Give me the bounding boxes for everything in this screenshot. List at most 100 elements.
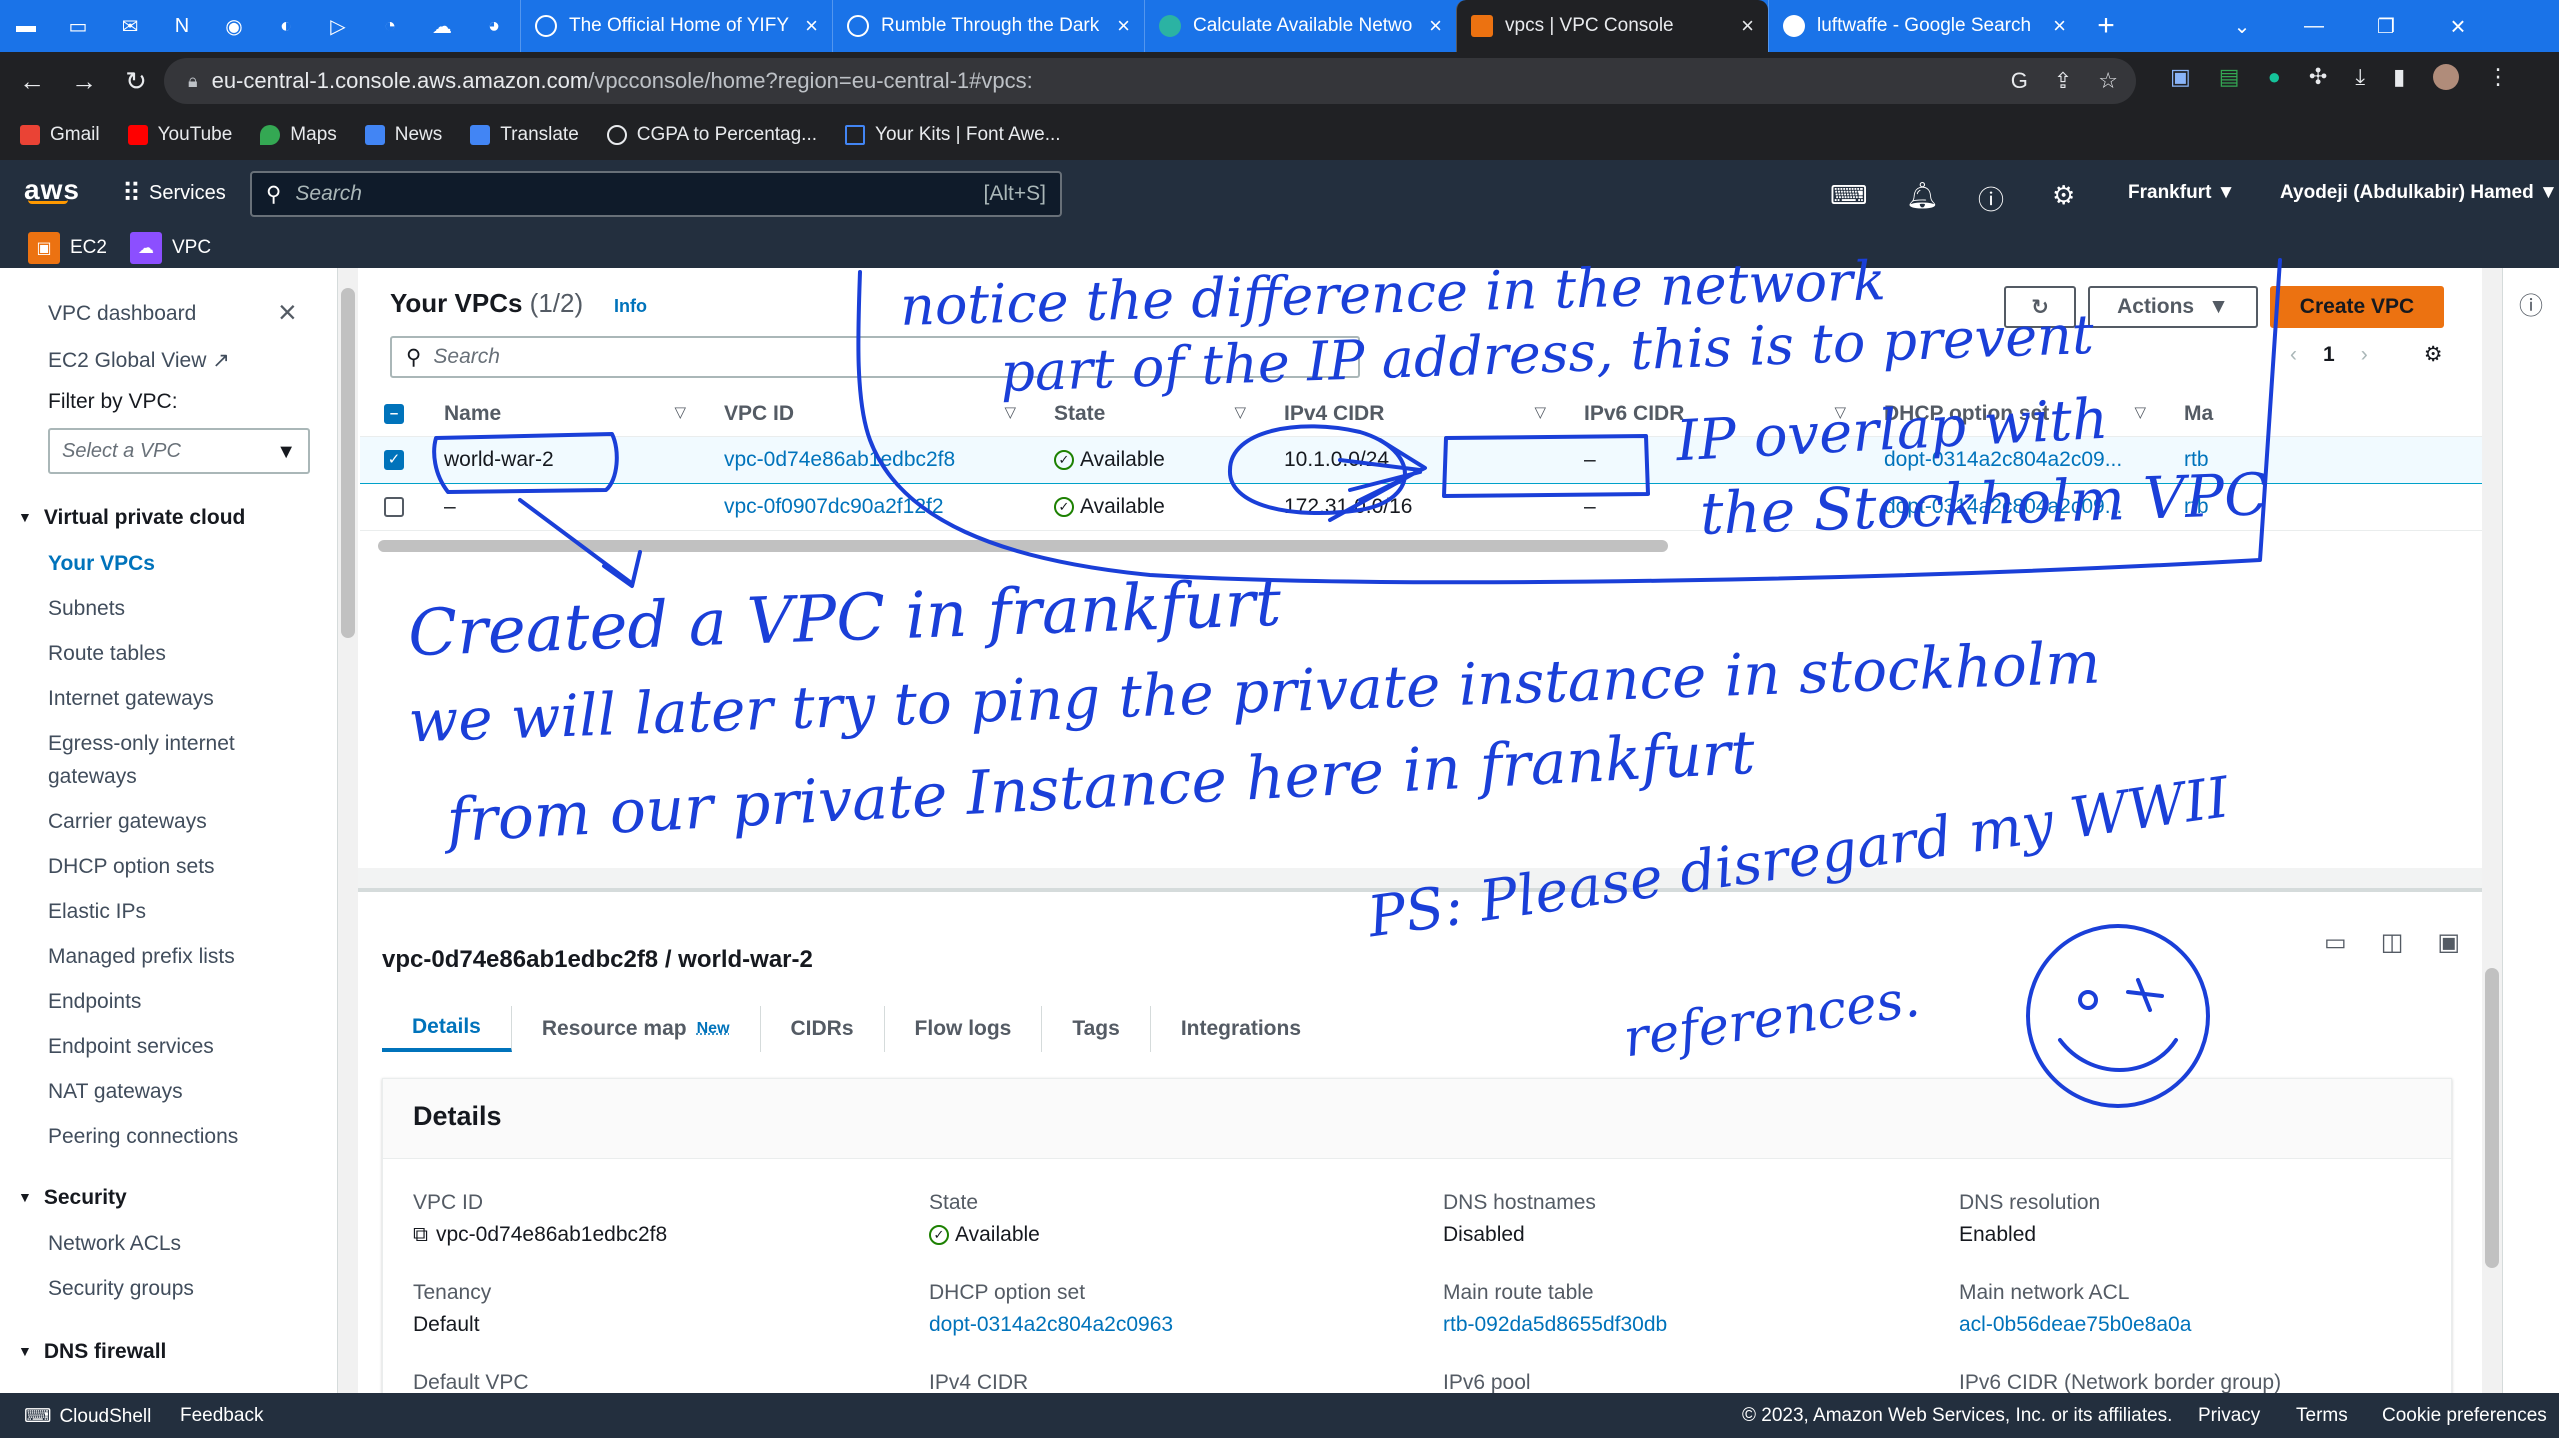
grammarly-icon[interactable]: ● bbox=[2268, 64, 2281, 90]
tab-google-search[interactable]: luftwaffe - Google Search × bbox=[1768, 0, 2080, 52]
restore-button[interactable]: ❐ bbox=[2360, 0, 2412, 52]
extension-green-icon[interactable]: ▤ bbox=[2219, 64, 2240, 90]
actions-button[interactable]: Actions ▼ bbox=[2088, 286, 2258, 328]
section-security[interactable]: Security bbox=[18, 1186, 127, 1210]
side-panel-icon[interactable]: ▮ bbox=[2393, 64, 2405, 90]
current-page[interactable]: 1 bbox=[2323, 343, 2335, 367]
tab-vpc-console[interactable]: vpcs | VPC Console × bbox=[1456, 0, 1768, 52]
bookmark-translate[interactable]: Translate bbox=[470, 124, 579, 146]
close-icon[interactable]: × bbox=[2053, 13, 2066, 39]
favorite-ec2[interactable]: ▣ EC2 bbox=[28, 232, 107, 264]
nav-carrier-gateways[interactable]: Carrier gateways bbox=[48, 810, 207, 834]
translate-extension-icon[interactable]: ▣ bbox=[2170, 64, 2191, 90]
tab-search-icon[interactable]: ▬ bbox=[0, 0, 52, 52]
browser-menu-icon[interactable]: ⋮ bbox=[2487, 64, 2509, 90]
col-name[interactable]: Name ▽ bbox=[420, 392, 700, 437]
close-icon[interactable]: × bbox=[805, 13, 818, 39]
tab-flow-logs[interactable]: Flow logs bbox=[885, 1006, 1043, 1052]
region-selector[interactable]: Frankfurt ▼ bbox=[2128, 182, 2236, 204]
nav-ec2-global-view[interactable]: EC2 Global View ↗ bbox=[48, 348, 230, 373]
pinned-tab-onedrive[interactable]: ☁ bbox=[416, 0, 468, 52]
bookmark-cgpa[interactable]: CGPA to Percentag... bbox=[606, 124, 817, 146]
tab-resource-map[interactable]: Resource map New bbox=[512, 1006, 761, 1052]
nav-elastic-ips[interactable]: Elastic IPs bbox=[48, 900, 146, 924]
prev-page-icon[interactable]: ‹ bbox=[2290, 343, 2297, 367]
pinned-tab-6[interactable]: ▷ bbox=[312, 0, 364, 52]
url-bar[interactable]: 🔒︎ eu-central-1.console.aws.amazon.com/v… bbox=[164, 58, 2136, 104]
panel-hide-icon[interactable]: ▣ bbox=[2437, 928, 2460, 957]
pinned-tab-4[interactable]: ◉ bbox=[208, 0, 260, 52]
terms-link[interactable]: Terms bbox=[2296, 1405, 2348, 1427]
close-icon[interactable]: × bbox=[1117, 13, 1130, 39]
tab-integrations[interactable]: Integrations bbox=[1151, 1006, 1331, 1052]
feedback-button[interactable]: Feedback bbox=[180, 1405, 263, 1427]
forward-button[interactable]: → bbox=[58, 66, 110, 97]
bookmark-youtube[interactable]: YouTube bbox=[127, 124, 232, 146]
pinned-tab-5[interactable]: ◐ bbox=[260, 0, 312, 52]
cloudshell-button[interactable]: ⌨ CloudShell bbox=[24, 1405, 151, 1428]
reload-button[interactable]: ↻ bbox=[110, 66, 162, 97]
create-vpc-button[interactable]: Create VPC bbox=[2270, 286, 2444, 328]
bookmark-news[interactable]: News bbox=[364, 124, 442, 146]
nav-endpoint-services[interactable]: Endpoint services bbox=[48, 1035, 214, 1059]
table-preferences-gear-icon[interactable]: ⚙ bbox=[2424, 342, 2443, 367]
help-icon[interactable]: ⓘ bbox=[1978, 180, 2004, 217]
nav-nat-gateways[interactable]: NAT gateways bbox=[48, 1080, 183, 1104]
tab-yify[interactable]: The Official Home of YIFY × bbox=[520, 0, 832, 52]
bookmark-star-icon[interactable]: ☆ bbox=[2098, 68, 2118, 94]
nav-network-acls[interactable]: Network ACLs bbox=[48, 1232, 181, 1256]
aws-logo[interactable]: aws bbox=[24, 174, 80, 205]
bookmark-maps[interactable]: Maps bbox=[260, 124, 337, 146]
nav-subnets[interactable]: Subnets bbox=[48, 597, 125, 621]
pinned-tab-9[interactable]: ◕ bbox=[468, 0, 520, 52]
favorite-vpc[interactable]: ☁ VPC bbox=[130, 232, 211, 264]
next-page-icon[interactable]: › bbox=[2361, 343, 2368, 367]
pinned-tab-notion[interactable]: N bbox=[156, 0, 208, 52]
main-acl-link[interactable]: acl-0b56deae75b0e8a0a bbox=[1959, 1313, 2191, 1337]
col-ipv4-cidr[interactable]: IPv4 CIDR ▽ bbox=[1260, 392, 1560, 437]
nav-egress-only-gateways[interactable]: Egress-only internet bbox=[48, 732, 235, 756]
tab-details[interactable]: Details bbox=[382, 1006, 512, 1052]
pinned-tab-7[interactable]: ◔ bbox=[364, 0, 416, 52]
cell-vpc-id-link[interactable]: vpc-0d74e86ab1edbc2f8 bbox=[700, 435, 1030, 484]
info-link[interactable]: Info bbox=[614, 296, 647, 317]
select-all-checkbox[interactable]: – bbox=[360, 392, 420, 437]
nav-security-groups[interactable]: Security groups bbox=[48, 1277, 194, 1301]
close-icon[interactable]: × bbox=[1429, 13, 1442, 39]
downloads-icon[interactable]: ⤓ bbox=[2355, 64, 2365, 90]
aws-search-input[interactable]: ⚲ Search [Alt+S] bbox=[250, 171, 1062, 217]
new-tab-button[interactable]: + bbox=[2080, 0, 2132, 52]
nav-endpoints[interactable]: Endpoints bbox=[48, 990, 141, 1014]
close-nav-icon[interactable]: × bbox=[278, 294, 297, 331]
pinned-tab-1[interactable]: ▭ bbox=[52, 0, 104, 52]
col-vpc-id[interactable]: VPC ID ▽ bbox=[700, 392, 1030, 437]
vpc-filter-select[interactable]: Select a VPC ▼ bbox=[48, 428, 310, 474]
tab-tags[interactable]: Tags bbox=[1042, 1006, 1151, 1052]
close-icon[interactable]: × bbox=[1741, 13, 1754, 39]
tab-list-chevron-icon[interactable]: ⌄ bbox=[2216, 0, 2268, 52]
share-icon[interactable]: ⇪ bbox=[2054, 68, 2072, 94]
bookmark-gmail[interactable]: Gmail bbox=[20, 124, 100, 146]
cloudshell-icon[interactable]: ⌨ bbox=[1830, 180, 1868, 211]
tab-calculate-network[interactable]: Calculate Available Netwo × bbox=[1144, 0, 1456, 52]
extensions-puzzle-icon[interactable]: ✣ bbox=[2309, 64, 2327, 90]
col-main-route-table[interactable]: Ma bbox=[2160, 392, 2482, 437]
info-panel-icon[interactable]: ⓘ bbox=[2519, 286, 2543, 321]
main-vertical-scrollbar[interactable] bbox=[2482, 268, 2502, 1393]
bookmark-font-awesome[interactable]: Your Kits | Font Awe... bbox=[845, 124, 1061, 146]
section-dns-firewall[interactable]: DNS firewall bbox=[18, 1340, 167, 1364]
row-checkbox[interactable] bbox=[360, 483, 420, 531]
nav-peering-connections[interactable]: Peering connections bbox=[48, 1125, 238, 1149]
pinned-tab-gmail[interactable]: ✉ bbox=[104, 0, 156, 52]
tab-rumble[interactable]: Rumble Through the Dark × bbox=[832, 0, 1144, 52]
nav-managed-prefix-lists[interactable]: Managed prefix lists bbox=[48, 945, 235, 969]
window-close-button[interactable]: × bbox=[2432, 0, 2484, 52]
tab-cidrs[interactable]: CIDRs bbox=[761, 1006, 885, 1052]
privacy-link[interactable]: Privacy bbox=[2198, 1405, 2260, 1427]
minimize-button[interactable]: — bbox=[2288, 0, 2340, 52]
back-button[interactable]: ← bbox=[6, 66, 58, 97]
services-menu-button[interactable]: ⠿ Services bbox=[122, 178, 226, 209]
row-checkbox[interactable]: ✓ bbox=[360, 435, 420, 484]
copy-icon[interactable]: ⧉ bbox=[413, 1223, 428, 1246]
panel-bottom-icon[interactable]: ▭ bbox=[2324, 928, 2347, 957]
